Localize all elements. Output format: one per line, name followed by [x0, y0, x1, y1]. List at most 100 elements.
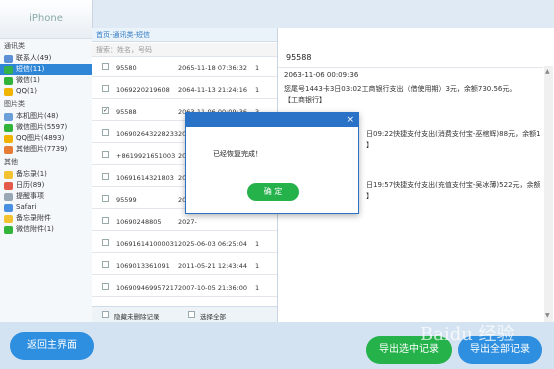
sidebar: iPhone 通讯类联系人(49) 短信(11) 微信(1) QQ(1) 图片类本机图片… — [0, 0, 93, 322]
sidebar-item-label: 微信图片(5597) — [16, 123, 68, 131]
row-number: 95599 — [116, 196, 137, 204]
row-number: 10690248805 — [116, 218, 162, 226]
message-line: 【工商银行】 — [284, 96, 326, 104]
memo-attachment-icon — [4, 214, 13, 223]
sidebar-item-label: 短信(11) — [16, 65, 45, 73]
row-number: 106909469957217 — [116, 284, 179, 292]
watermark: Baidu 经验 — [420, 324, 515, 345]
sidebar-item[interactable]: 备忘录附件 — [0, 213, 92, 224]
sidebar-item[interactable]: QQ(1) — [0, 86, 92, 97]
safari-icon — [4, 203, 13, 212]
photo-icon — [4, 112, 13, 121]
sidebar-item[interactable]: Safari — [0, 202, 92, 213]
table-row[interactable]: 1069013361091 2011-05-21 12:43:44 1 — [92, 256, 277, 275]
qq-photo-icon — [4, 134, 13, 143]
row-date: 2065-11-18 07:36:32 — [178, 64, 248, 72]
row-checkbox[interactable] — [102, 129, 109, 136]
sidebar-item-label: 日历(89) — [16, 181, 45, 189]
row-count: 1 — [255, 262, 260, 270]
row-number: 106916141000031 — [116, 240, 179, 248]
sidebar-item-label: 备忘录附件 — [16, 214, 51, 222]
row-date: 2027- — [178, 218, 197, 226]
detail-scrollbar[interactable]: ▲ ▼ — [544, 66, 553, 322]
restore-complete-dialog: × 已经恢复完成！ 确 定 — [185, 112, 359, 214]
row-date: 2011-05-21 12:43:44 — [178, 262, 248, 270]
sidebar-item[interactable]: 微信附件(1) — [0, 224, 92, 235]
calendar-icon — [4, 181, 13, 190]
wechat-icon — [4, 76, 13, 85]
device-title: iPhone — [0, 0, 92, 39]
back-button[interactable]: 返回主界面 — [10, 332, 94, 360]
row-number: 1069013361091 — [116, 262, 170, 270]
table-row[interactable]: 95580 2065-11-18 07:36:32 1 — [92, 58, 277, 77]
row-checkbox[interactable] — [102, 217, 109, 224]
sidebar-item[interactable]: 联系人(49) — [0, 53, 92, 64]
table-row[interactable]: 10690248805 2027- — [92, 212, 277, 231]
sidebar-item[interactable]: 微信(1) — [0, 75, 92, 86]
row-checkbox[interactable] — [102, 261, 109, 268]
sidebar-item-label: 微信附件(1) — [16, 225, 54, 233]
select-all-checkbox[interactable] — [188, 311, 195, 318]
sidebar-item[interactable]: 提醒事项 — [0, 191, 92, 202]
sidebar-item[interactable]: 备忘录(1) — [0, 169, 92, 180]
row-count: 1 — [255, 284, 260, 292]
scroll-up-icon[interactable]: ▲ — [545, 68, 550, 75]
row-checkbox[interactable] — [102, 173, 109, 180]
row-count: 1 — [255, 240, 260, 248]
sidebar-item[interactable]: 微信图片(5597) — [0, 122, 92, 133]
list-footer: 隐藏未删除记录 选择全部 — [92, 306, 277, 323]
row-number: 1069220219608 — [116, 86, 170, 94]
row-number: +8619921651003 — [116, 152, 176, 160]
row-checkbox[interactable] — [102, 195, 109, 202]
row-checkbox[interactable]: ✓ — [102, 107, 109, 114]
sidebar-categories: 通讯类联系人(49) 短信(11) 微信(1) QQ(1) 图片类本机图片(48) 微信图… — [0, 39, 92, 235]
sidebar-item-label: 微信(1) — [16, 76, 40, 84]
row-checkbox[interactable] — [102, 85, 109, 92]
sidebar-item[interactable]: 日历(89) — [0, 180, 92, 191]
scroll-down-icon[interactable]: ▼ — [545, 312, 550, 319]
message-line: 您尾号1443卡3日03:02工商银行支出（借使用期）3元，余额730.56元。 — [284, 85, 517, 93]
sidebar-item[interactable]: 其他图片(7739) — [0, 144, 92, 155]
search-input[interactable]: 搜索：姓名，号码 — [92, 43, 277, 57]
row-number: 95580 — [116, 64, 137, 72]
row-date: 2064-11-13 21:24:16 — [178, 86, 248, 94]
contacts-icon — [4, 54, 13, 63]
close-icon[interactable]: × — [346, 114, 354, 126]
sidebar-item-label: 提醒事项 — [16, 192, 44, 200]
hide-deleted-checkbox[interactable] — [102, 311, 109, 318]
sidebar-item-label: 其他图片(7739) — [16, 145, 68, 153]
table-row[interactable]: 1069220219608 2064-11-13 21:24:16 1 — [92, 80, 277, 99]
other-photo-icon — [4, 145, 13, 154]
message-bubble: 您尾号1443卡3日03:02工商银行支出（借使用期）3元，余额730.56元。… — [284, 84, 516, 106]
sidebar-item-label: QQ(1) — [16, 87, 37, 95]
ok-button[interactable]: 确 定 — [247, 183, 299, 201]
detail-timestamp: 2063-11-06 00:09:36 — [284, 71, 359, 79]
select-all-label: 选择全部 — [200, 313, 226, 321]
row-count: 1 — [255, 64, 260, 72]
table-row[interactable]: 106909469957217 2007-10-05 21:36:00 1 — [92, 278, 277, 297]
memo-icon — [4, 170, 13, 179]
sidebar-category: 其他 — [4, 158, 18, 166]
sms-icon — [4, 65, 13, 74]
qq-icon — [4, 87, 13, 96]
sidebar-item[interactable]: 本机图片(48) — [0, 111, 92, 122]
wechat-attachment-icon — [4, 225, 13, 234]
breadcrumb[interactable]: 首页-通讯类-短信 — [92, 28, 277, 42]
reminder-icon — [4, 192, 13, 201]
row-number: 106902643228233 — [116, 130, 179, 138]
row-checkbox[interactable] — [102, 283, 109, 290]
detail-contact: 95588 — [278, 48, 543, 68]
row-checkbox[interactable] — [102, 239, 109, 246]
sidebar-item[interactable]: QQ图片(4893) — [0, 133, 92, 144]
sidebar-item[interactable]: 短信(11) — [0, 64, 92, 75]
row-checkbox[interactable] — [102, 63, 109, 70]
row-count: 1 — [255, 86, 260, 94]
row-date: 2025-06-03 06:25:04 — [178, 240, 248, 248]
sidebar-category: 图片类 — [4, 100, 25, 108]
sidebar-category: 通讯类 — [4, 42, 25, 50]
row-date: 2007-10-05 21:36:00 — [178, 284, 248, 292]
sidebar-item-label: 本机图片(48) — [16, 112, 59, 120]
row-checkbox[interactable] — [102, 151, 109, 158]
dialog-message: 已经恢复完成！ — [213, 150, 262, 158]
table-row[interactable]: 106916141000031 2025-06-03 06:25:04 1 — [92, 234, 277, 253]
